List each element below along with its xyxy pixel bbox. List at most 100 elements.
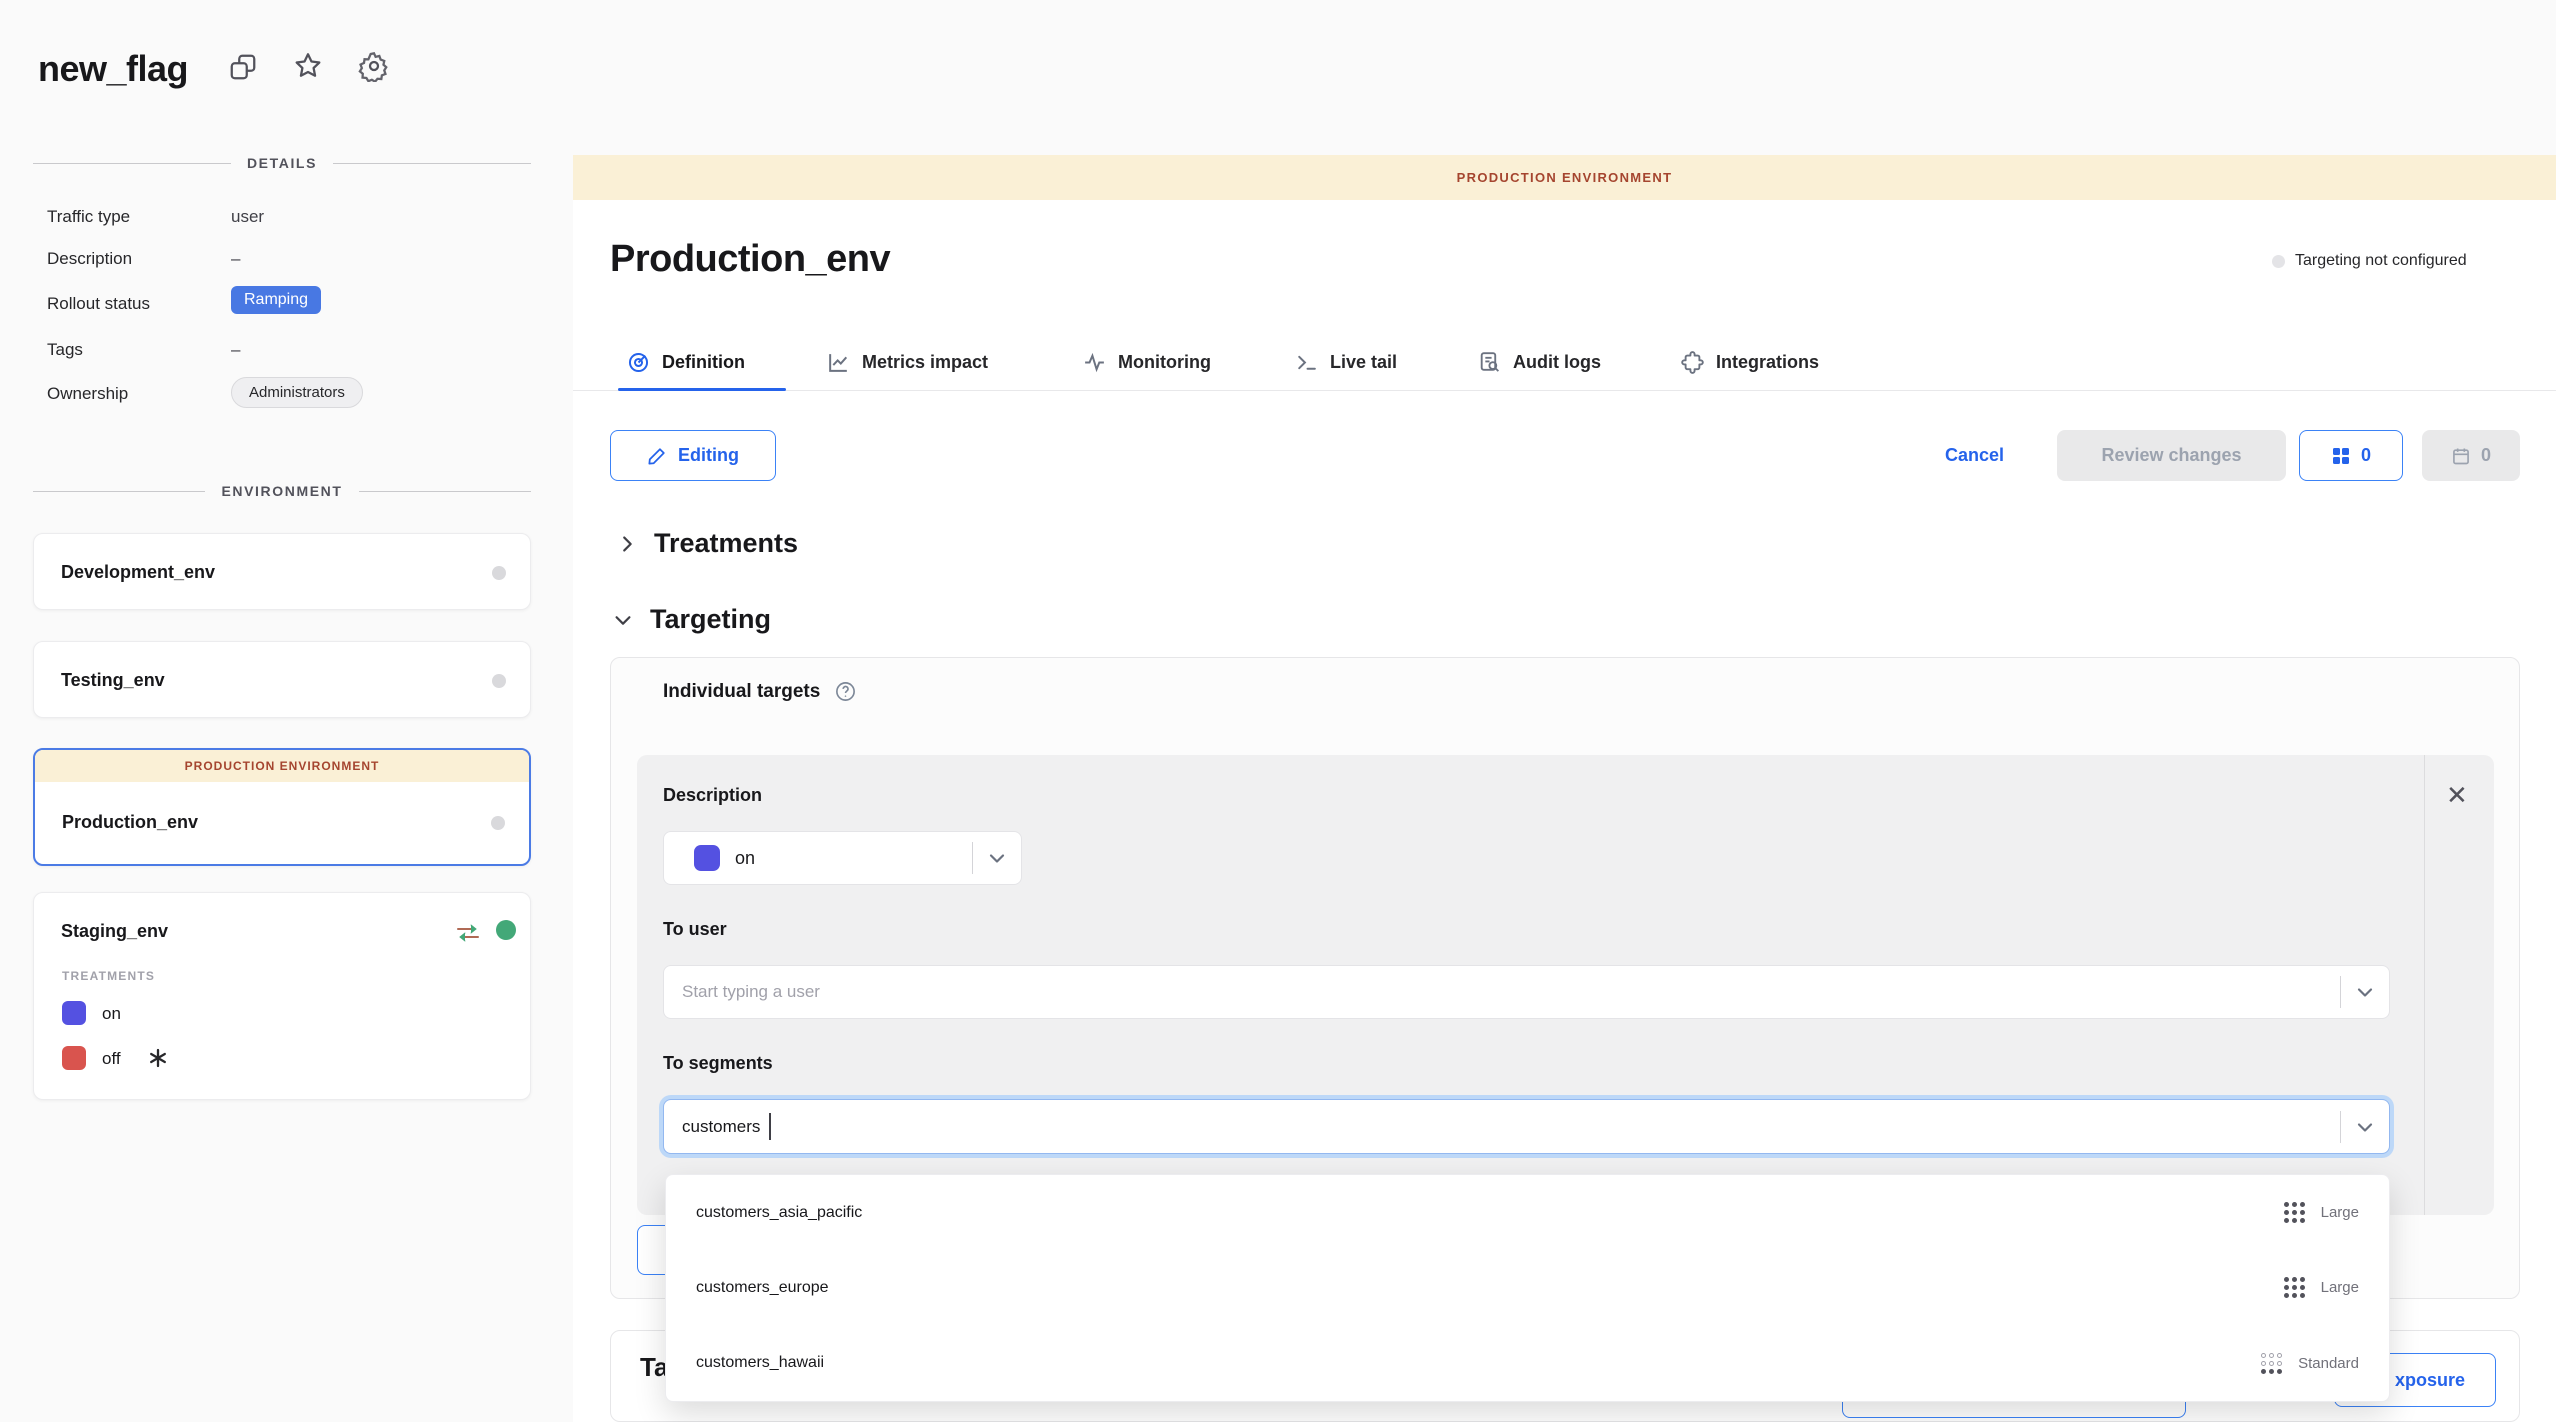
metrics-impact-icon <box>826 350 851 375</box>
tab-label: Metrics impact <box>862 352 988 373</box>
details-heading: DETAILS <box>247 155 317 171</box>
select-divider <box>2340 976 2341 1008</box>
treatment-on-swatch <box>62 1001 86 1025</box>
segments-dropdown: customers_asia_pacific Large customers_e… <box>665 1174 2390 1402</box>
tab-integrations[interactable]: Integrations <box>1680 350 1819 375</box>
tab-label: Definition <box>662 352 745 373</box>
env-name: Production_env <box>62 812 198 833</box>
changes-count-button[interactable]: 0 <box>2299 430 2403 481</box>
select-divider <box>972 842 973 874</box>
gear-icon[interactable] <box>358 50 390 82</box>
definition-icon <box>626 350 651 375</box>
schedule-count: 0 <box>2481 445 2491 466</box>
to-user-combobox[interactable] <box>663 965 2390 1019</box>
editing-button[interactable]: Editing <box>610 430 776 481</box>
sync-arrows-icon <box>454 921 482 945</box>
description-field-label: Description <box>663 785 762 806</box>
treatments-heading: Treatments <box>654 528 798 559</box>
tab-divider <box>573 390 2556 391</box>
segment-name: customers_hawaii <box>696 1354 824 1372</box>
env-card-production[interactable]: PRODUCTION ENVIRONMENT Production_env <box>33 748 531 866</box>
page-title: new_flag <box>38 48 188 90</box>
default-treatment-asterisk-icon <box>146 1046 170 1070</box>
tab-live-tail[interactable]: Live tail <box>1294 350 1397 375</box>
rollout-status-badge: Ramping <box>231 286 321 314</box>
env-status-dot <box>492 566 506 580</box>
segment-size: Large <box>2321 1204 2359 1221</box>
schedule-count-button[interactable]: 0 <box>2422 430 2520 481</box>
to-user-input[interactable] <box>664 966 2340 1018</box>
segment-name: customers_europe <box>696 1279 829 1297</box>
description-value: – <box>231 249 240 269</box>
chevron-down-icon[interactable] <box>2353 980 2377 1004</box>
env-card-staging[interactable]: Staging_env TREATMENTS on off <box>33 892 531 1100</box>
individual-targets-title: Individual targets <box>663 681 820 703</box>
treatment-select-value: on <box>735 848 972 869</box>
text-caret <box>769 1113 771 1140</box>
pencil-icon <box>647 445 668 466</box>
tab-label: Live tail <box>1330 352 1397 373</box>
targeting-status: Targeting not configured <box>2272 252 2467 270</box>
environment-heading: ENVIRONMENT <box>221 483 342 499</box>
treatment-on-label: on <box>102 1004 121 1024</box>
to-user-label: To user <box>663 919 727 940</box>
tab-label: Monitoring <box>1118 352 1211 373</box>
tab-definition[interactable]: Definition <box>626 350 745 375</box>
review-changes-button[interactable]: Review changes <box>2057 430 2286 481</box>
treatments-caption: TREATMENTS <box>62 969 155 983</box>
copy-icon[interactable] <box>228 52 258 82</box>
environment-title: Production_env <box>610 238 890 281</box>
tab-label: Audit logs <box>1513 352 1601 373</box>
cancel-button[interactable]: Cancel <box>1945 445 2004 466</box>
treatment-select[interactable]: on <box>663 831 1022 885</box>
env-active-dot <box>496 920 516 940</box>
tags-label: Tags <box>47 340 83 360</box>
tab-metrics-impact[interactable]: Metrics impact <box>826 350 988 375</box>
production-environment-banner: PRODUCTION ENVIRONMENT <box>573 155 2556 200</box>
select-divider <box>2340 1111 2341 1143</box>
large-segment-icon <box>2284 1277 2305 1298</box>
env-name: Staging_env <box>61 921 168 942</box>
segment-option-europe[interactable]: customers_europe Large <box>666 1250 2389 1325</box>
env-card-testing[interactable]: Testing_env <box>33 641 531 718</box>
env-name: Development_env <box>61 562 215 583</box>
segment-size: Large <box>2321 1279 2359 1296</box>
ownership-label: Ownership <box>47 384 128 404</box>
segment-option-asia-pacific[interactable]: customers_asia_pacific Large <box>666 1175 2389 1250</box>
env-card-development[interactable]: Development_env <box>33 533 531 610</box>
close-icon[interactable]: ✕ <box>2446 782 2468 808</box>
chevron-down-icon[interactable] <box>2353 1115 2377 1139</box>
grid-icon <box>2331 446 2351 466</box>
status-dot <box>2272 255 2285 268</box>
calendar-icon <box>2451 446 2471 466</box>
app-root: new_flag DETAILS Traffic type user Descr… <box>0 0 2556 1422</box>
live-tail-icon <box>1294 350 1319 375</box>
monitoring-icon <box>1082 350 1107 375</box>
treatments-section-toggle[interactable]: Treatments <box>616 528 798 559</box>
star-icon[interactable] <box>292 50 324 82</box>
standard-segment-icon <box>2261 1353 2282 1374</box>
tab-monitoring[interactable]: Monitoring <box>1082 350 1211 375</box>
editing-label: Editing <box>678 445 739 466</box>
tab-audit-logs[interactable]: Audit logs <box>1477 350 1601 375</box>
targeting-section-toggle[interactable]: Targeting <box>612 604 771 635</box>
ownership-badge: Administrators <box>231 377 363 408</box>
large-segment-icon <box>2284 1202 2305 1223</box>
audit-logs-icon <box>1477 350 1502 375</box>
individual-targets-header: Individual targets <box>663 680 857 703</box>
chevron-down-icon <box>612 609 634 631</box>
to-segments-input[interactable] <box>664 1100 2340 1153</box>
env-status-dot <box>492 674 506 688</box>
production-env-banner: PRODUCTION ENVIRONMENT <box>35 750 529 782</box>
environment-divider: ENVIRONMENT <box>33 483 531 499</box>
help-icon[interactable] <box>834 680 857 703</box>
segment-option-hawaii[interactable]: customers_hawaii Standard <box>666 1326 2389 1401</box>
to-segments-label: To segments <box>663 1053 773 1074</box>
env-status-dot <box>491 816 505 830</box>
to-segments-combobox[interactable] <box>663 1099 2390 1154</box>
treatment-color-swatch <box>694 845 720 871</box>
rule-card-divider <box>2424 755 2425 1215</box>
chevron-right-icon <box>616 533 638 555</box>
integrations-icon <box>1680 350 1705 375</box>
treatment-off-swatch <box>62 1046 86 1070</box>
